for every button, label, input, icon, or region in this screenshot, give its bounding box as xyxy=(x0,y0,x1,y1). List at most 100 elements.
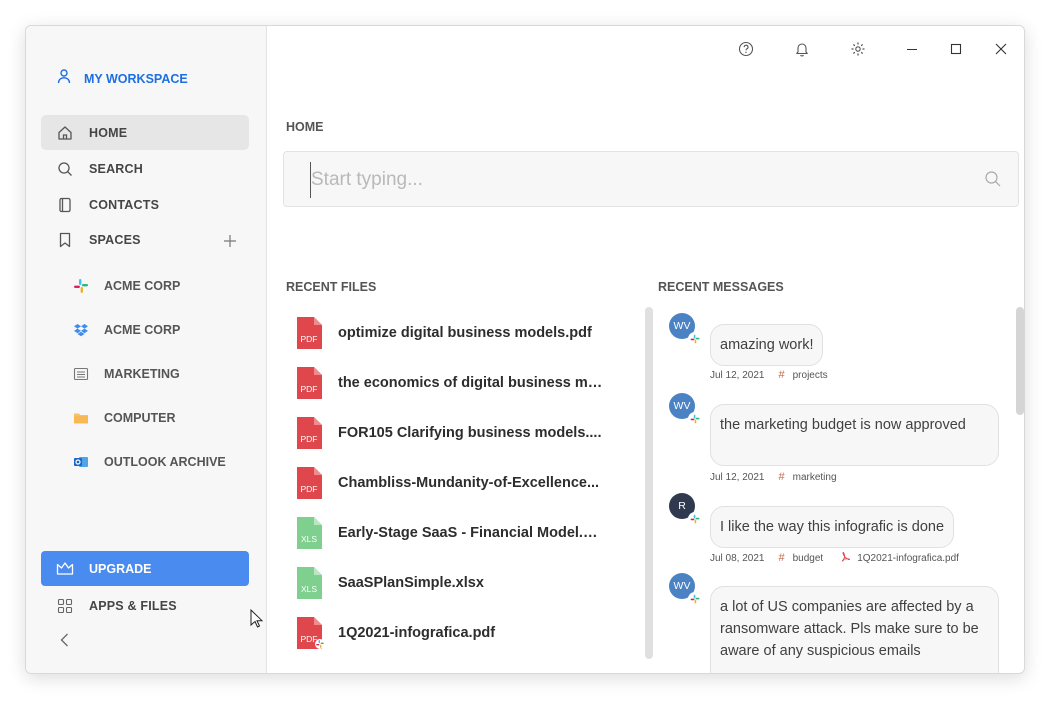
nav-item-label: HOME xyxy=(89,125,128,140)
upgrade-label: UPGRADE xyxy=(89,561,152,576)
space-item-acme-slack[interactable]: ACME CORP xyxy=(66,271,246,301)
file-name: optimize digital business models.pdf xyxy=(338,325,592,341)
pdf-file-icon: PDF xyxy=(294,416,324,450)
avatar-initials: WV xyxy=(673,400,691,412)
nav-item-contacts[interactable]: CONTACTS xyxy=(41,187,249,222)
svg-text:XLS: XLS xyxy=(301,584,317,594)
nav-item-search[interactable]: SEARCH xyxy=(41,151,249,186)
file-item[interactable]: PDF FOR105 Clarifying business models...… xyxy=(294,413,639,453)
recent-files-title: RECENT FILES xyxy=(286,280,377,294)
folder-icon xyxy=(72,409,90,427)
file-name: FOR105 Clarifying business models.... xyxy=(338,425,602,441)
files-scrollbar[interactable] xyxy=(645,307,653,659)
avatar-initials: WV xyxy=(673,320,691,332)
svg-text:PDF: PDF xyxy=(301,484,318,494)
space-item-outlook-archive[interactable]: OUTLOOK ARCHIVE xyxy=(66,447,246,477)
close-icon[interactable] xyxy=(992,40,1010,58)
add-space-button[interactable] xyxy=(222,233,238,249)
slack-icon xyxy=(688,512,702,526)
messages-scrollbar[interactable] xyxy=(1016,307,1024,415)
channel-hash-icon: # xyxy=(778,471,785,483)
message-text: amazing work! xyxy=(720,337,814,353)
crown-icon xyxy=(56,560,74,578)
file-item[interactable]: PDF 1Q2021-infografica.pdf xyxy=(294,613,639,653)
minimize-icon[interactable] xyxy=(903,40,921,58)
file-item[interactable]: XLS SaaSPlanSimple.xlsx xyxy=(294,563,639,603)
grid-icon xyxy=(56,597,74,615)
file-name: Early-Stage SaaS - Financial Model.x... xyxy=(338,525,603,541)
message-channel[interactable]: projects xyxy=(793,370,828,381)
space-item-label: ACME CORP xyxy=(104,279,181,293)
workspace-header[interactable]: MY WORKSPACE xyxy=(56,68,188,89)
pdf-file-icon: PDF xyxy=(294,366,324,400)
slack-icon xyxy=(72,277,90,295)
message-meta: Jul 08, 2021 # budget 1Q2021-infografica… xyxy=(710,551,959,565)
search-bar xyxy=(283,151,1019,207)
file-name: the economics of digital business mo... xyxy=(338,375,603,391)
message-attachment[interactable]: 1Q2021-infografica.pdf xyxy=(857,553,959,564)
avatar-initials: R xyxy=(678,500,686,512)
space-item-acme-dropbox[interactable]: ACME CORP xyxy=(66,315,246,345)
nav-item-home[interactable]: HOME xyxy=(41,115,249,150)
nav-item-label: SPACES xyxy=(89,232,141,247)
contacts-icon xyxy=(56,196,74,214)
space-item-label: MARKETING xyxy=(104,367,180,381)
mouse-cursor-icon xyxy=(250,608,264,629)
message-bubble[interactable]: the marketing budget is now approved xyxy=(710,404,999,466)
avatar-initials: WV xyxy=(673,580,691,592)
message-bubble[interactable]: a lot of US companies are affected by a … xyxy=(710,586,999,673)
file-name: 1Q2021-infografica.pdf xyxy=(338,625,496,641)
message-text: a lot of US companies are affected by a … xyxy=(720,599,979,659)
xls-file-icon: XLS xyxy=(294,516,324,550)
file-item[interactable]: PDF Chambliss-Mundanity-of-Excellence... xyxy=(294,463,639,503)
user-icon xyxy=(56,68,72,89)
maximize-icon[interactable] xyxy=(947,40,965,58)
message-channel[interactable]: marketing xyxy=(793,472,837,483)
file-item[interactable]: XLS Early-Stage SaaS - Financial Model.x… xyxy=(294,513,639,553)
file-item[interactable]: PDF the economics of digital business mo… xyxy=(294,363,639,403)
collapse-sidebar-icon[interactable] xyxy=(56,631,74,649)
message-bubble[interactable]: amazing work! xyxy=(710,324,824,366)
nav-item-label: CONTACTS xyxy=(89,197,160,212)
message-channel[interactable]: budget xyxy=(793,553,824,564)
file-name: Chambliss-Mundanity-of-Excellence... xyxy=(338,475,600,491)
message-meta: Jul 12, 2021 # marketing xyxy=(710,471,837,483)
file-name: SaaSPlanSimple.xlsx xyxy=(338,575,484,591)
channel-hash-icon: # xyxy=(778,552,785,564)
sidebar: MY WORKSPACE HOME SEARCH CONTACTS SPACES xyxy=(26,26,267,673)
pdf-file-icon: PDF xyxy=(294,316,324,350)
nav-item-spaces[interactable]: SPACES xyxy=(41,222,249,257)
search-icon xyxy=(56,160,74,178)
avatar[interactable]: R xyxy=(669,493,702,526)
nav-item-apps-files[interactable]: APPS & FILES xyxy=(41,588,249,623)
upgrade-button[interactable]: UPGRADE xyxy=(41,551,249,586)
avatar[interactable]: WV xyxy=(669,573,702,606)
pdf-file-icon: PDF xyxy=(294,466,324,500)
app-window: MY WORKSPACE HOME SEARCH CONTACTS SPACES xyxy=(25,25,1025,674)
space-item-label: OUTLOOK ARCHIVE xyxy=(104,455,226,469)
slack-icon xyxy=(688,592,702,606)
space-item-computer[interactable]: COMPUTER xyxy=(66,403,246,433)
help-icon[interactable] xyxy=(737,40,755,58)
message-text: the marketing budget is now approved xyxy=(720,417,966,433)
space-item-label: COMPUTER xyxy=(104,411,176,425)
slack-icon xyxy=(688,412,702,426)
svg-text:XLS: XLS xyxy=(301,534,317,544)
search-icon[interactable] xyxy=(984,170,1002,188)
gear-icon[interactable] xyxy=(849,40,867,58)
xls-file-icon: XLS xyxy=(294,566,324,600)
nav-item-label: APPS & FILES xyxy=(89,598,177,613)
message-bubble[interactable]: I like the way this infografic is done xyxy=(710,506,955,548)
recent-messages-title: RECENT MESSAGES xyxy=(658,280,784,294)
space-item-label: ACME CORP xyxy=(104,323,181,337)
space-item-marketing[interactable]: MARKETING xyxy=(66,359,246,389)
message-date: Jul 12, 2021 xyxy=(710,471,765,483)
bell-icon[interactable] xyxy=(793,40,811,58)
avatar[interactable]: WV xyxy=(669,393,702,426)
message-date: Jul 08, 2021 xyxy=(710,552,765,564)
svg-text:PDF: PDF xyxy=(301,634,318,644)
dropbox-icon xyxy=(72,321,90,339)
search-input[interactable] xyxy=(310,162,973,198)
avatar[interactable]: WV xyxy=(669,313,702,346)
file-item[interactable]: PDF optimize digital business models.pdf xyxy=(294,313,639,353)
